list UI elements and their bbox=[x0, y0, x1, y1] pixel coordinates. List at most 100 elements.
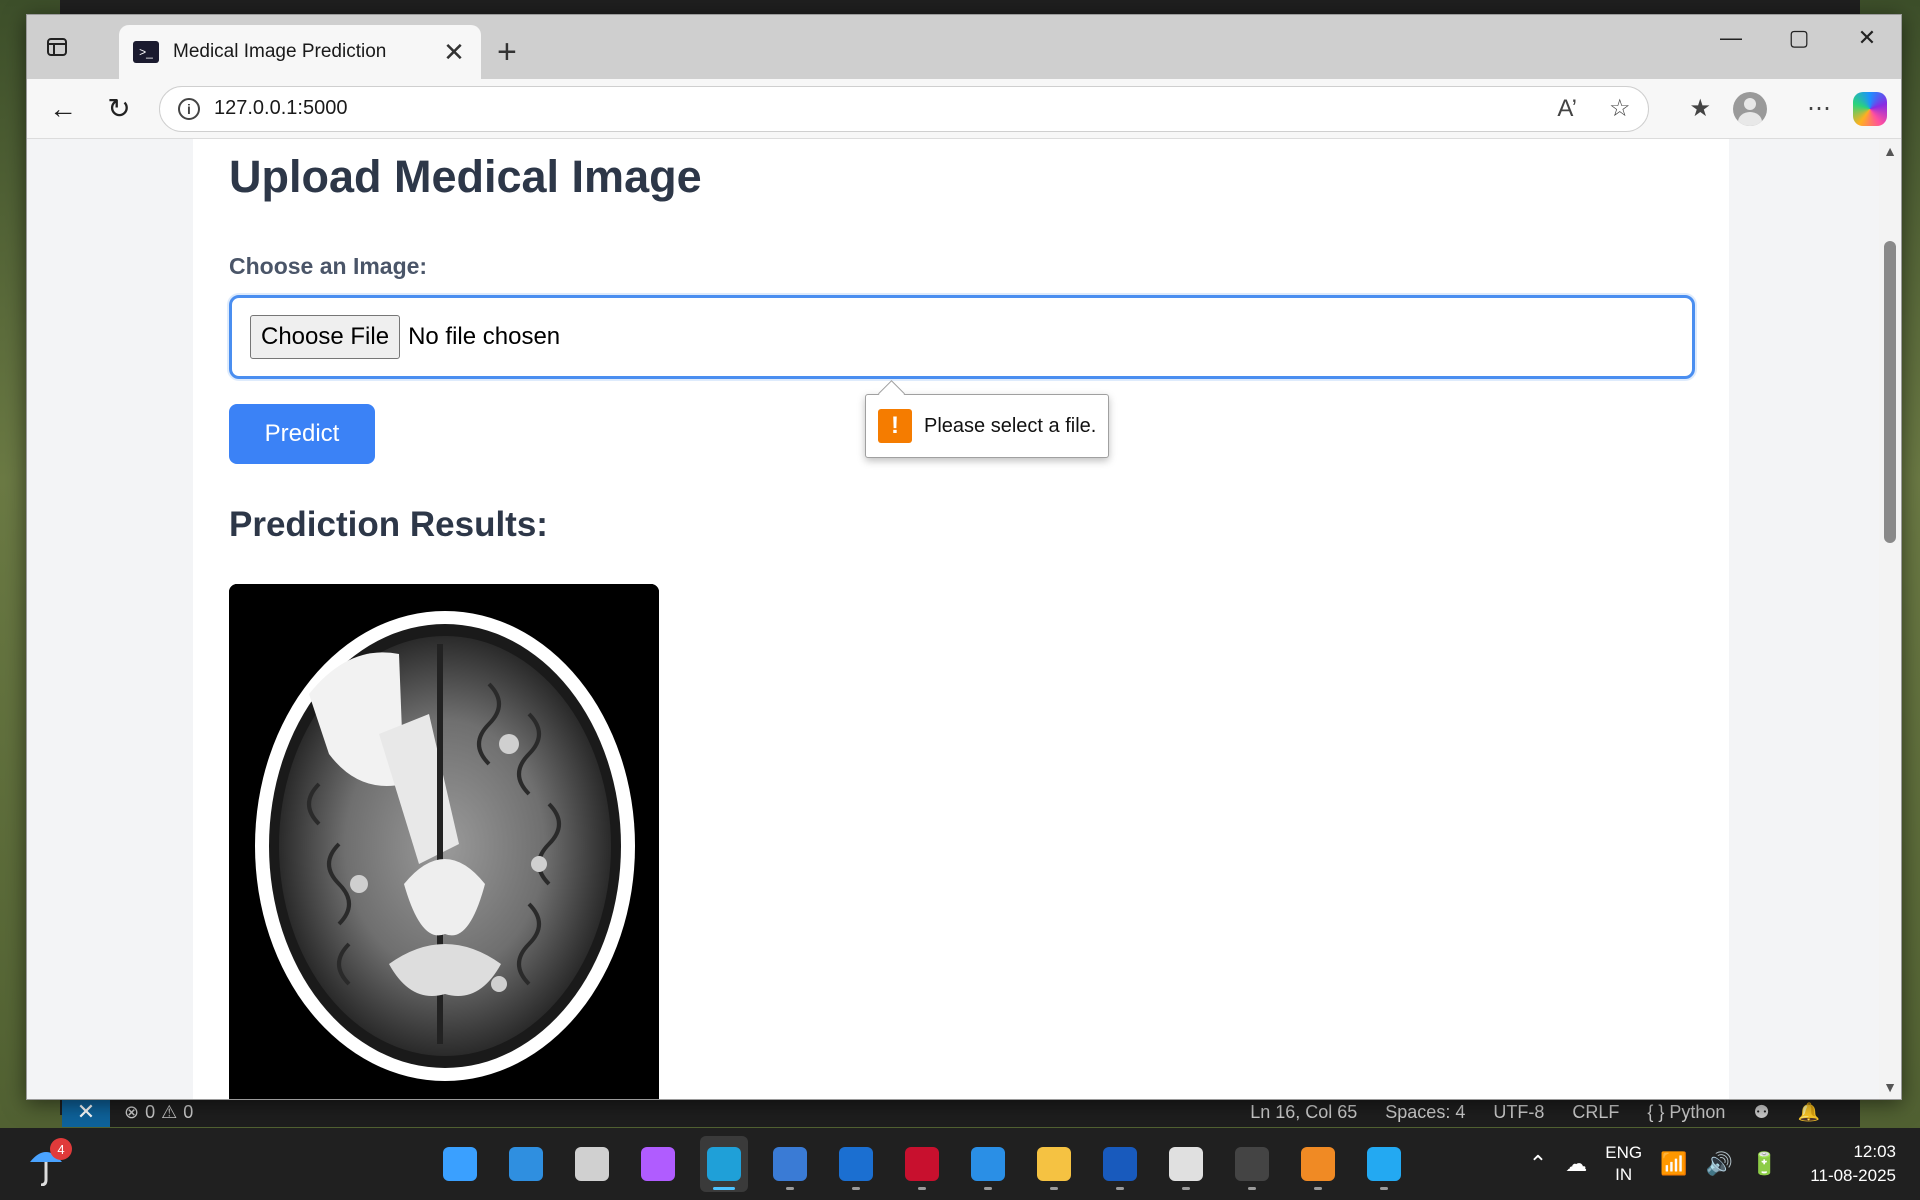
address-bar[interactable]: i 127.0.0.1:5000 A’ ☆ bbox=[159, 85, 1650, 132]
battery-icon[interactable]: 🔋 bbox=[1751, 1151, 1778, 1177]
results-heading: Prediction Results: bbox=[229, 505, 548, 544]
choose-file-button[interactable]: Choose File bbox=[250, 315, 401, 359]
language-indicator[interactable]: ENG IN bbox=[1605, 1142, 1642, 1186]
indentation[interactable]: Spaces: 4 bbox=[1385, 1102, 1465, 1123]
running-indicator bbox=[1248, 1187, 1256, 1190]
vertical-scrollbar[interactable]: ▲ ▼ bbox=[1879, 139, 1901, 1099]
language-code: ENG bbox=[1605, 1143, 1643, 1162]
scrollbar-thumb[interactable] bbox=[1884, 241, 1896, 543]
minimize-icon[interactable]: — bbox=[1697, 15, 1765, 61]
help-icon bbox=[971, 1147, 1005, 1181]
problems-indicator[interactable]: ⊗ 0 ⚠ 0 bbox=[124, 1102, 193, 1123]
line-ending[interactable]: CRLF bbox=[1572, 1102, 1619, 1123]
remote-icon[interactable]: ✕ bbox=[62, 1097, 110, 1127]
scroll-down-icon[interactable]: ▼ bbox=[1882, 1079, 1898, 1095]
file-status-text: No file chosen bbox=[408, 323, 561, 350]
running-indicator bbox=[1314, 1187, 1322, 1190]
refresh-icon[interactable]: ↻ bbox=[97, 87, 141, 131]
wifi-icon[interactable]: 📶 bbox=[1660, 1151, 1687, 1177]
taskbar-terminal-button[interactable] bbox=[1228, 1136, 1276, 1192]
site-info-icon[interactable]: i bbox=[178, 97, 200, 120]
file-explorer-icon bbox=[1037, 1147, 1071, 1181]
encoding[interactable]: UTF-8 bbox=[1493, 1102, 1544, 1123]
taskbar-store-button[interactable] bbox=[766, 1136, 814, 1192]
cursor-position[interactable]: Ln 16, Col 65 bbox=[1250, 1102, 1357, 1123]
tab-medical-image-prediction[interactable]: >_ Medical Image Prediction ✕ bbox=[119, 25, 481, 79]
running-indicator bbox=[984, 1187, 992, 1190]
favorites-icon[interactable]: ★ bbox=[1689, 94, 1711, 123]
profile-icon[interactable] bbox=[1733, 91, 1767, 126]
volume-icon[interactable]: 🔊 bbox=[1705, 1151, 1732, 1177]
taskbar-copilot-button[interactable] bbox=[634, 1136, 682, 1192]
error-icon: ⊗ bbox=[124, 1101, 140, 1122]
running-indicator bbox=[1182, 1187, 1190, 1190]
taskbar-media-player-button[interactable] bbox=[1294, 1136, 1342, 1192]
taskbar-search-button[interactable] bbox=[502, 1136, 550, 1192]
start-icon bbox=[443, 1147, 477, 1181]
media-player-icon bbox=[1301, 1147, 1335, 1181]
warning-icon: ⚠ bbox=[161, 1101, 178, 1122]
running-indicator bbox=[1050, 1187, 1058, 1190]
tab-bar: >_ Medical Image Prediction ✕ + — ▢ ✕ bbox=[27, 15, 1901, 79]
close-tab-icon[interactable]: ✕ bbox=[441, 37, 467, 68]
taskbar-vscode-button[interactable] bbox=[1360, 1136, 1408, 1192]
close-window-icon[interactable]: ✕ bbox=[1833, 15, 1901, 61]
taskbar-task-view-button[interactable] bbox=[568, 1136, 616, 1192]
task-view-icon bbox=[575, 1147, 609, 1181]
upload-card: Upload Medical Image Choose an Image: Ch… bbox=[193, 139, 1729, 1099]
clock-date: 11-08-2025 bbox=[1810, 1166, 1896, 1185]
running-indicator bbox=[918, 1187, 926, 1190]
hp-icon bbox=[839, 1147, 873, 1181]
notifications-icon[interactable]: 🔔 bbox=[1798, 1102, 1820, 1123]
taskbar-mcafee-button[interactable] bbox=[898, 1136, 946, 1192]
taskbar-file-explorer-button[interactable] bbox=[1030, 1136, 1078, 1192]
onedrive-icon[interactable]: ☁ bbox=[1565, 1151, 1587, 1177]
clock-time: 12:03 bbox=[1853, 1142, 1896, 1161]
tab-title: Medical Image Prediction bbox=[173, 41, 387, 62]
url-text[interactable]: 127.0.0.1:5000 bbox=[214, 97, 1525, 120]
taskbar-edge-button[interactable] bbox=[700, 1136, 748, 1192]
vscode-status-bar: ✕ ⊗ 0 ⚠ 0 Ln 16, Col 65 Spaces: 4 UTF-8 … bbox=[62, 1097, 1860, 1127]
vscode-icon bbox=[1367, 1147, 1401, 1181]
read-aloud-icon[interactable]: A’ bbox=[1557, 95, 1577, 123]
search-icon bbox=[509, 1147, 543, 1181]
copilot-icon[interactable] bbox=[1853, 91, 1887, 126]
taskbar-start-button[interactable] bbox=[436, 1136, 484, 1192]
error-count: 0 bbox=[145, 1101, 156, 1122]
weather-badge: 4 bbox=[50, 1138, 72, 1160]
taskbar-snipping-tool-button[interactable] bbox=[1162, 1136, 1210, 1192]
predict-button[interactable]: Predict bbox=[229, 404, 375, 464]
language-mode[interactable]: { } Python bbox=[1647, 1102, 1725, 1123]
more-options-icon[interactable]: ⋯ bbox=[1807, 94, 1831, 123]
running-indicator bbox=[713, 1187, 735, 1190]
tab-actions-icon[interactable] bbox=[27, 15, 87, 79]
taskbar-word-button[interactable] bbox=[1096, 1136, 1144, 1192]
window-controls: — ▢ ✕ bbox=[1697, 15, 1901, 61]
favorite-star-icon[interactable]: ☆ bbox=[1609, 94, 1631, 123]
page-viewport: Upload Medical Image Choose an Image: Ch… bbox=[27, 139, 1901, 1099]
copilot-icon bbox=[641, 1147, 675, 1181]
running-indicator bbox=[786, 1187, 794, 1190]
scroll-up-icon[interactable]: ▲ bbox=[1882, 143, 1898, 159]
new-tab-icon[interactable]: + bbox=[497, 25, 517, 79]
taskbar-help-button[interactable] bbox=[964, 1136, 1012, 1192]
store-icon bbox=[773, 1147, 807, 1181]
image-field-label: Choose an Image: bbox=[229, 253, 428, 279]
validation-tooltip: ! Please select a file. bbox=[865, 394, 1109, 458]
maximize-icon[interactable]: ▢ bbox=[1765, 15, 1833, 61]
weather-widget[interactable]: 4 bbox=[26, 1138, 72, 1187]
file-input[interactable]: Choose File No file chosen bbox=[229, 295, 1695, 379]
navigation-bar: ← ↻ i 127.0.0.1:5000 A’ ☆ ★ ⋯ bbox=[27, 79, 1901, 139]
terminal-favicon-icon: >_ bbox=[133, 41, 159, 63]
running-indicator bbox=[852, 1187, 860, 1190]
copilot-status-icon[interactable]: ⚉ bbox=[1753, 1102, 1769, 1123]
clock[interactable]: 12:03 11-08-2025 bbox=[1810, 1140, 1896, 1188]
show-hidden-icons-icon[interactable]: ⌃ bbox=[1529, 1151, 1547, 1177]
snipping-tool-icon bbox=[1169, 1147, 1203, 1181]
taskbar-hp-button[interactable] bbox=[832, 1136, 880, 1192]
validation-message: Please select a file. bbox=[924, 414, 1097, 437]
warning-icon: ! bbox=[878, 409, 912, 443]
taskbar: 4 ⌃ ☁ ENG IN 📶 🔊 🔋 12:03 11-08-2025 bbox=[0, 1128, 1920, 1200]
terminal-icon bbox=[1235, 1147, 1269, 1181]
back-icon[interactable]: ← bbox=[41, 87, 85, 131]
